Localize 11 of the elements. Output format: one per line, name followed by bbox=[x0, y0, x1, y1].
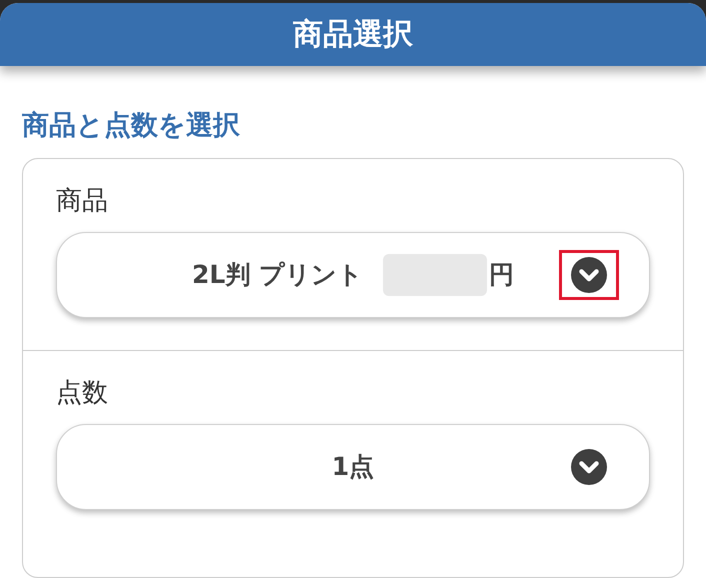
field-label: 点数 bbox=[56, 377, 108, 409]
section-title: 商品と点数を選択 bbox=[22, 109, 241, 143]
select-value: 2L判 プリント bbox=[192, 259, 364, 292]
dropdown-chevron-icon bbox=[571, 449, 607, 485]
dropdown-select[interactable]: 2L判 プリント 円 bbox=[56, 232, 650, 318]
currency-unit: 円 bbox=[489, 259, 514, 292]
dropdown-select[interactable]: 1点 bbox=[56, 424, 650, 510]
header-title: 商品選択 bbox=[293, 16, 413, 54]
field-label: 商品 bbox=[56, 185, 108, 217]
select-value: 1点 bbox=[332, 451, 374, 484]
dropdown-chevron-icon bbox=[571, 257, 607, 293]
